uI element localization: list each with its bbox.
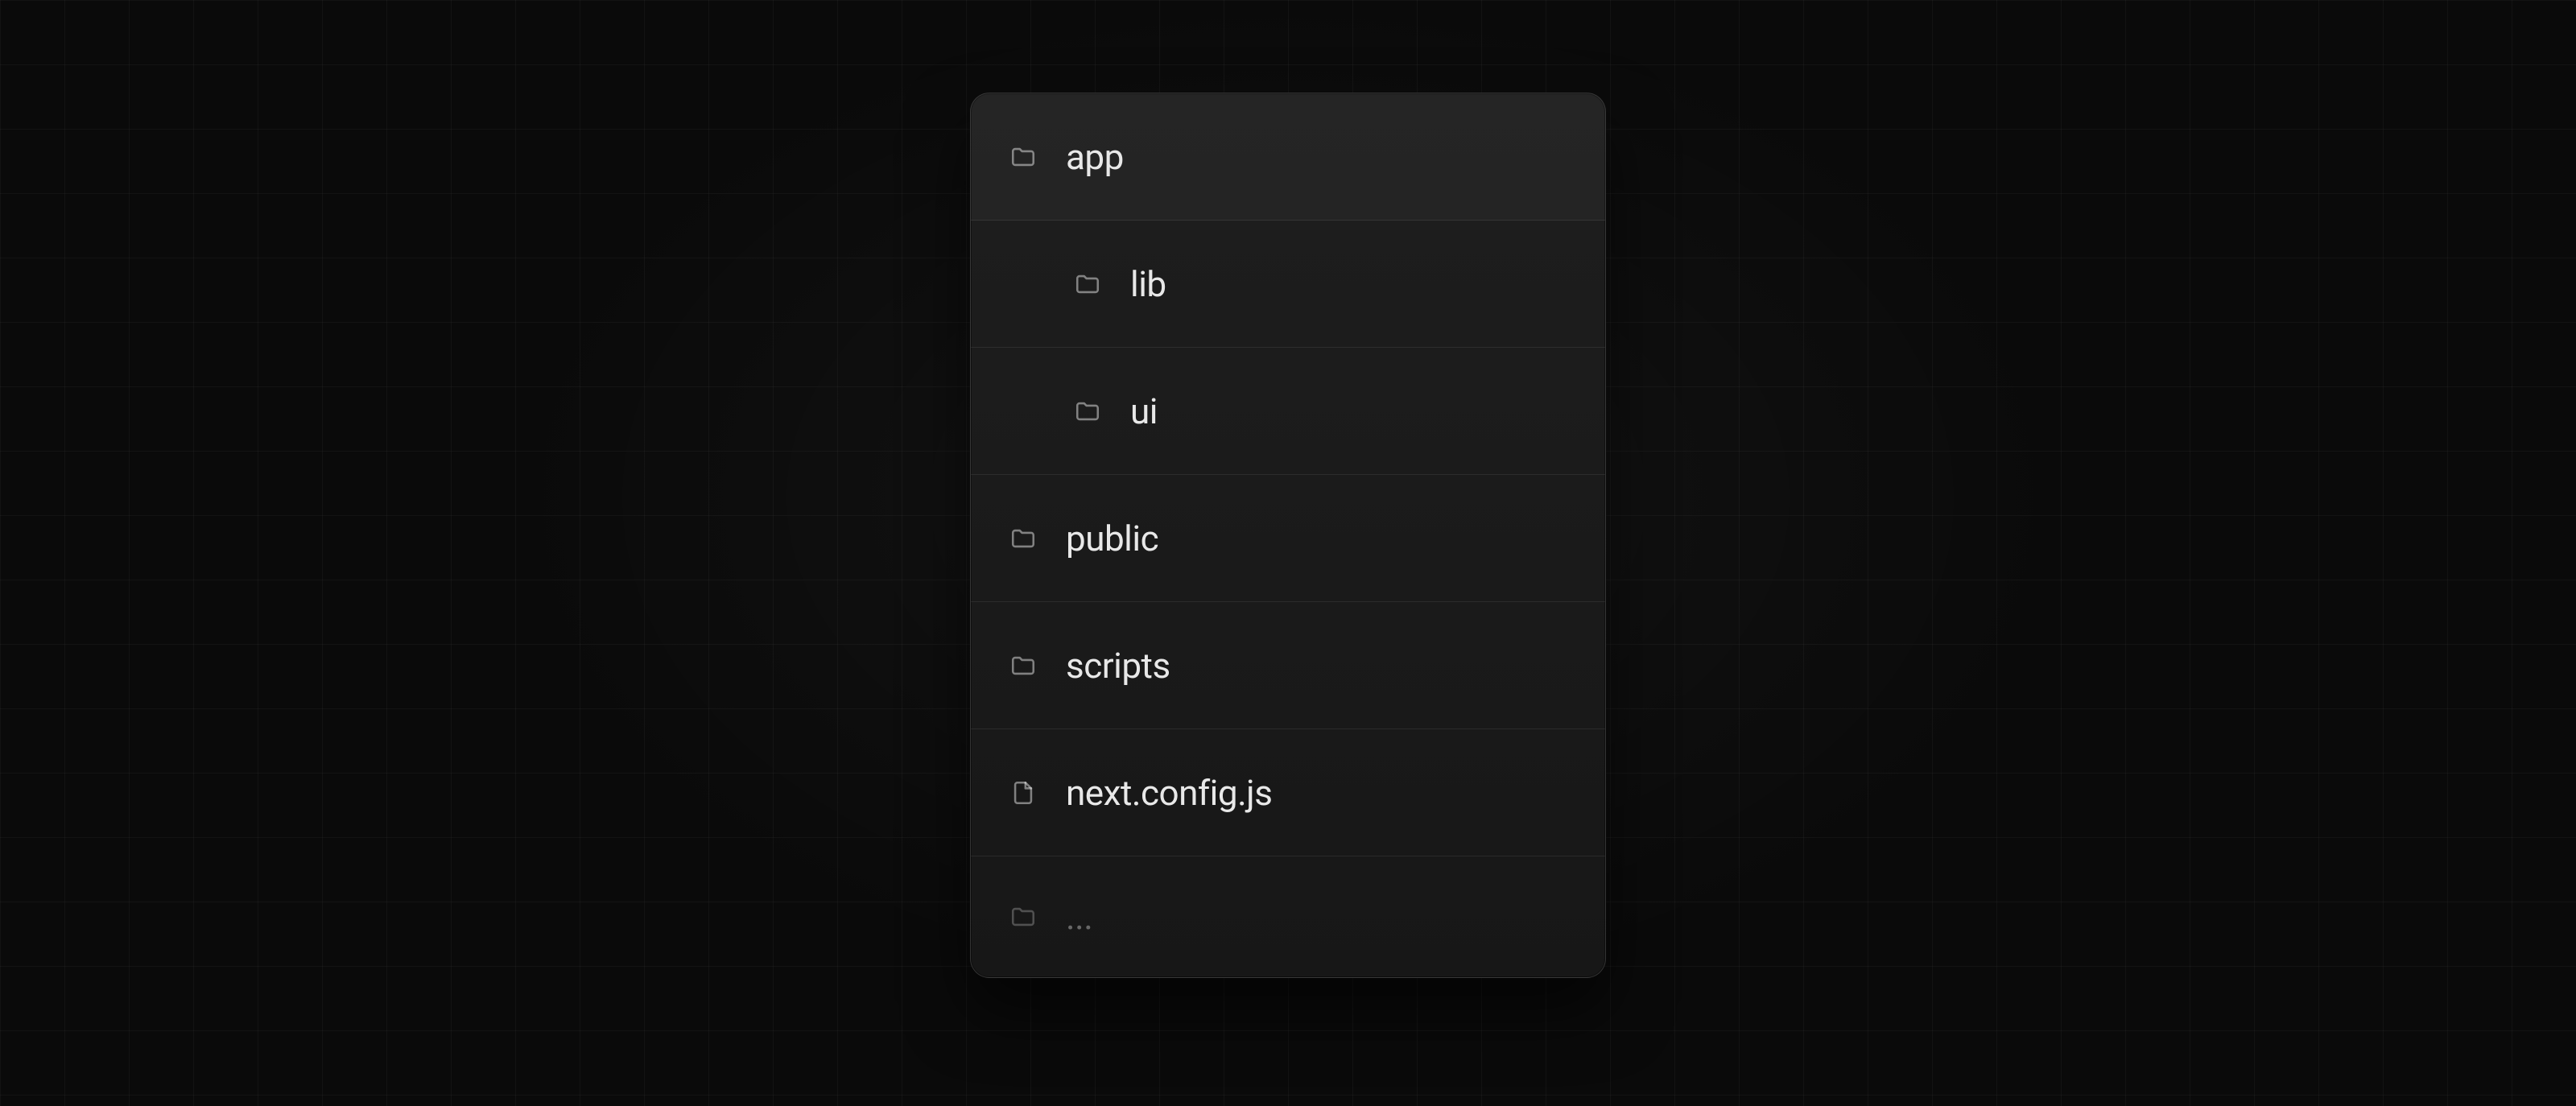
tree-item-label: ui [1130,390,1158,432]
tree-item-label: lib [1130,263,1166,305]
folder-icon [1074,398,1101,425]
folder-icon [1009,525,1037,552]
tree-item-app[interactable]: app [971,93,1605,221]
tree-item-ui[interactable]: ui [971,348,1605,475]
tree-item-more[interactable]: ... [971,856,1605,977]
tree-item-next-config[interactable]: next.config.js [971,729,1605,856]
folder-icon [1009,143,1037,171]
folder-icon [1074,270,1101,298]
tree-item-lib[interactable]: lib [971,221,1605,348]
tree-item-scripts[interactable]: scripts [971,602,1605,729]
tree-item-label: public [1066,518,1158,559]
folder-icon [1009,903,1037,931]
tree-item-label: ... [1066,896,1092,938]
tree-item-label: scripts [1066,645,1170,687]
tree-item-label: app [1066,136,1124,178]
file-icon [1009,779,1037,807]
tree-item-public[interactable]: public [971,475,1605,602]
tree-item-label: next.config.js [1066,772,1272,814]
file-tree-panel: app lib ui public scripts next.config.js [970,93,1606,978]
folder-icon [1009,652,1037,679]
